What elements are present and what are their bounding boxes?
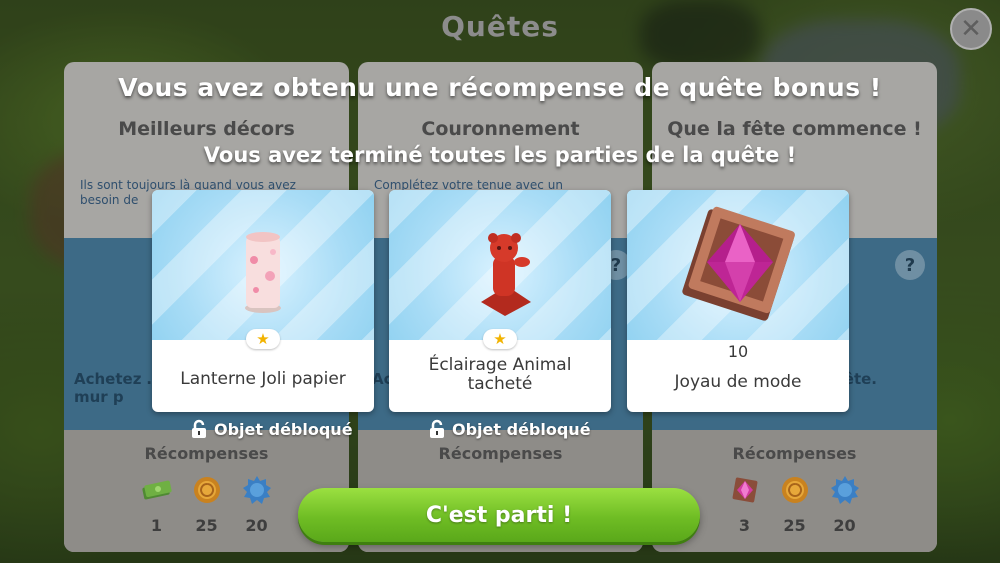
reward-image [152,190,374,340]
unlock-label: Objet débloqué [190,418,353,440]
animal-lamp-icon [481,233,531,316]
reward-card-fashion-gem: 10 Joyau de mode [627,190,849,412]
reward-image [627,190,849,340]
unlock-icon [430,419,444,438]
rarity-star-icon: ★ [483,329,517,349]
gem-icon [729,474,761,506]
lantern-icon [245,232,281,313]
quest-title: Meilleurs décors [118,118,295,140]
reward-count: 10 [727,342,749,361]
rewards-label: Récompenses [144,444,269,463]
reward-value: 20 [245,516,268,535]
rewards-label: Récompenses [732,444,857,463]
unlock-text: Objet débloqué [214,419,353,439]
reward-value: 25 [783,516,806,535]
close-button[interactable]: ✕ [950,8,992,50]
reward-image [389,190,611,340]
reward-name: Joyau de mode [674,371,802,392]
close-icon: ✕ [960,14,982,44]
reward-value: 25 [195,516,218,535]
reward-value: 1 [150,516,163,535]
reward-value: 3 [738,516,751,535]
reward-card-animal-lamp: ★ Éclairage Animal tacheté [389,190,611,412]
bonus-subline: Vous avez terminé toutes les parties de … [203,143,797,167]
quest-title: Que la fête commence ! [667,118,922,140]
coin-icon [779,474,811,506]
xp-star-icon [241,474,273,506]
quest-title: Couronnement [421,118,580,140]
bonus-headline: Vous avez obtenu une récompense de quête… [118,73,882,102]
rarity-star-icon: ★ [246,329,280,349]
question-icon: ? [904,254,916,276]
rewards-label: Récompenses [438,444,563,463]
help-button[interactable]: ? [895,250,925,280]
start-button[interactable]: C'est parti ! [298,488,700,542]
reward-card-lantern: ★ Lanterne Joli papier [152,190,374,412]
xp-star-icon [829,474,861,506]
cash-stack-icon [141,474,173,506]
reward-name: Éclairage Animal tacheté [428,355,572,394]
unlock-icon [192,419,206,438]
unlock-label: Objet débloqué [428,418,591,440]
screen-title: Quêtes [441,10,559,43]
reward-name: Lanterne Joli papier [180,368,346,389]
question-icon: ? [610,254,622,276]
coin-icon [191,474,223,506]
fashion-gem-icon [682,206,795,321]
reward-value: 20 [833,516,856,535]
unlock-text: Objet débloqué [452,419,591,439]
